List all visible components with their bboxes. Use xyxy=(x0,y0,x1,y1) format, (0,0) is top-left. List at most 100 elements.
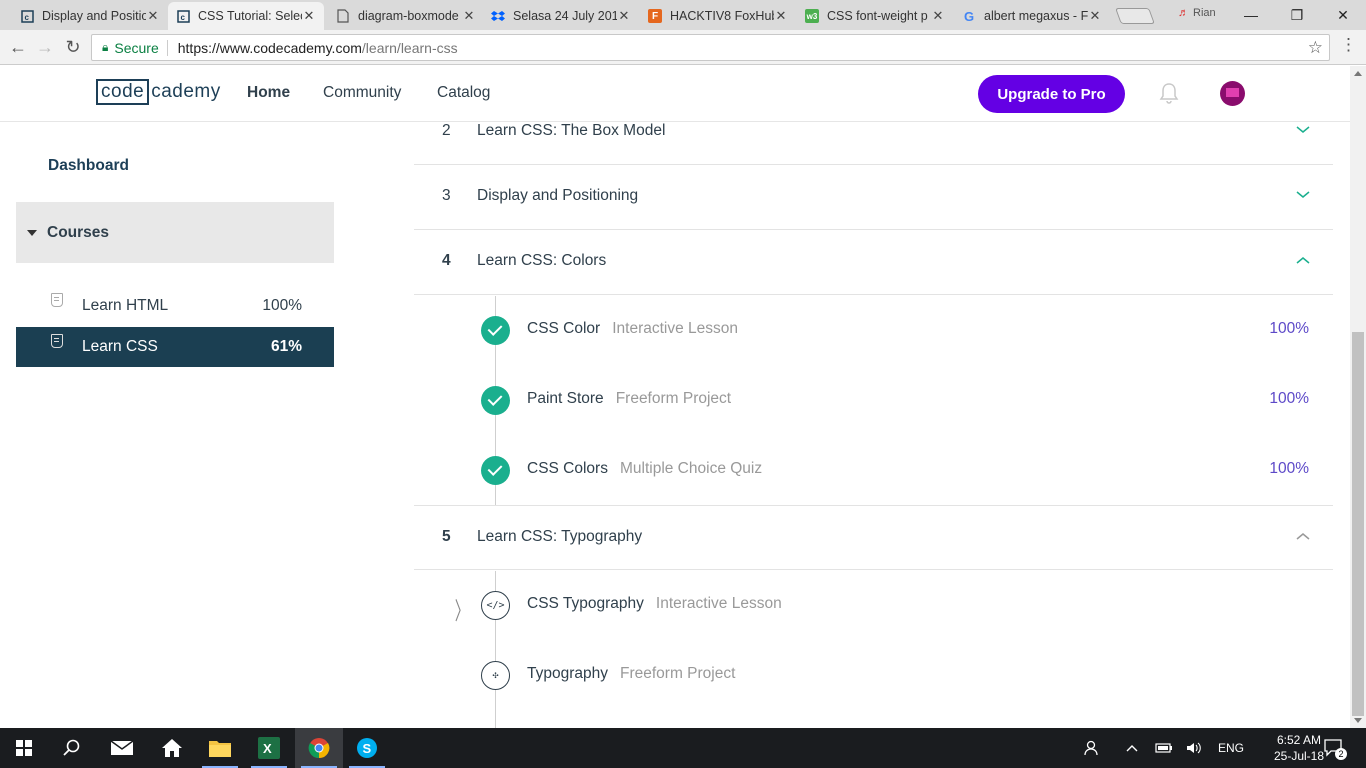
current-lesson-arrow-icon: 〉 xyxy=(454,598,470,625)
webpage: code cademy Home Community Catalog Upgrad… xyxy=(0,66,1350,728)
tab-title: albert megaxus - F xyxy=(984,9,1088,23)
clock-time: 6:52 AM xyxy=(1276,733,1322,747)
tab-title: CSS font-weight p xyxy=(827,9,928,23)
courses-section-toggle[interactable]: Courses xyxy=(16,202,334,263)
tab-title: diagram-boxmode xyxy=(358,9,459,23)
browser-tab[interactable]: c Display and Positio ✕ xyxy=(12,2,168,30)
scroll-up-icon[interactable] xyxy=(1354,71,1362,76)
lesson-type: Interactive Lesson xyxy=(612,320,739,337)
browser-tab[interactable]: F HACKTIV8 FoxHub ✕ xyxy=(640,2,796,30)
svg-text:c: c xyxy=(180,13,185,22)
people-icon[interactable] xyxy=(1084,728,1100,768)
syllabus-unit[interactable]: 3 Display and Positioning xyxy=(414,165,1333,230)
browser-tab[interactable]: w3 CSS font-weight p ✕ xyxy=(797,2,953,30)
css3-icon xyxy=(51,334,63,348)
dropbox-icon xyxy=(491,9,505,23)
chevron-down-icon xyxy=(1296,126,1310,133)
browser-tab[interactable]: Selasa 24 July 2018 ✕ xyxy=(483,2,639,30)
lesson-type: Freeform Project xyxy=(615,390,732,407)
address-bar[interactable]: 🔒︎ Secure https://www.codecademy.com /le… xyxy=(91,34,1330,61)
tab-title: CSS Tutorial: Selec xyxy=(198,9,302,23)
lesson-row[interactable]: Paint Store Freeform Project 100% xyxy=(414,365,1333,435)
secure-label: Secure xyxy=(114,39,159,56)
browser-tab-strip: c Display and Positio ✕ c CSS Tutorial: … xyxy=(0,0,1366,30)
chevron-up-icon xyxy=(1296,533,1310,540)
restore-icon[interactable]: ❐ xyxy=(1274,0,1320,30)
lesson-title: CSS Colors xyxy=(527,460,608,477)
unit-number: 2 xyxy=(442,122,451,139)
chrome-menu-icon[interactable]: ⋮ xyxy=(1340,35,1357,59)
clock-date: 25-Jul-18 xyxy=(1273,749,1325,763)
sidebar-course-learn-html[interactable]: Learn HTML 100% xyxy=(16,286,334,326)
chevron-up-icon xyxy=(1296,257,1310,264)
close-tab-icon[interactable]: ✕ xyxy=(146,8,160,24)
store-home-icon[interactable] xyxy=(148,728,196,768)
syllabus-unit-expanded[interactable]: 4 Learn CSS: Colors xyxy=(414,230,1333,295)
notification-count-badge: 2 xyxy=(1335,748,1347,760)
close-tab-icon[interactable]: ✕ xyxy=(931,8,945,24)
volume-icon[interactable] xyxy=(1186,728,1202,768)
browser-tab[interactable]: diagram-boxmode ✕ xyxy=(328,2,484,30)
forward-arrow-icon[interactable]: → xyxy=(33,35,57,59)
lesson-row[interactable]: ✣ Typography Freeform Project xyxy=(414,640,1333,710)
skype-icon[interactable]: S xyxy=(343,728,391,768)
close-window-icon[interactable]: ✕ xyxy=(1320,0,1366,30)
new-tab-button[interactable] xyxy=(1115,8,1155,24)
syllabus-unit[interactable]: 2 Learn CSS: The Box Model xyxy=(414,100,1333,165)
browser-tab-active[interactable]: c CSS Tutorial: Selec ✕ xyxy=(168,2,324,30)
minimize-icon[interactable]: — xyxy=(1228,0,1274,30)
excel-icon[interactable]: X xyxy=(245,728,293,768)
chrome-icon[interactable] xyxy=(295,728,343,768)
dashboard-link[interactable]: Dashboard xyxy=(48,157,129,175)
input-language-indicator[interactable]: ENG xyxy=(1218,728,1244,768)
scroll-down-icon[interactable] xyxy=(1354,718,1362,723)
close-tab-icon[interactable]: ✕ xyxy=(462,8,476,24)
close-tab-icon[interactable]: ✕ xyxy=(1088,8,1102,24)
course-name: Learn HTML xyxy=(82,297,169,314)
document-icon xyxy=(336,9,350,23)
courses-label: Courses xyxy=(47,223,110,241)
close-tab-icon[interactable]: ✕ xyxy=(774,8,788,24)
lesson-progress: 100% xyxy=(1269,390,1309,407)
lesson-progress: 100% xyxy=(1269,320,1309,337)
course-progress: 100% xyxy=(262,297,302,314)
svg-text:X: X xyxy=(263,741,272,756)
browser-tab[interactable]: G albert megaxus - F ✕ xyxy=(954,2,1110,30)
windows-start-icon[interactable] xyxy=(0,728,48,768)
bookmark-star-icon[interactable]: ☆ xyxy=(1308,38,1323,58)
mail-icon[interactable] xyxy=(98,728,146,768)
lesson-row-current[interactable]: 〉 </> CSS Typography Interactive Lesson xyxy=(414,570,1333,640)
windows-taskbar: X S ENG 6:52 AM 25-Jul-18 2 xyxy=(0,728,1366,768)
codecademy-favicon-icon: c xyxy=(20,9,34,23)
checkmark-icon xyxy=(481,456,510,485)
file-explorer-icon[interactable] xyxy=(196,728,244,768)
lesson-row[interactable]: CSS Colors Multiple Choice Quiz 100% xyxy=(414,435,1333,505)
search-icon[interactable] xyxy=(48,728,96,768)
back-arrow-icon[interactable]: ← xyxy=(6,35,30,59)
lesson-row[interactable]: CSS Color Interactive Lesson 100% xyxy=(414,295,1333,365)
sidebar-course-learn-css[interactable]: Learn CSS 61% xyxy=(16,327,334,367)
action-center-icon[interactable]: 2 xyxy=(1324,728,1347,768)
syllabus-unit-expanded[interactable]: 5 Learn CSS: Typography xyxy=(414,505,1333,570)
close-tab-icon[interactable]: ✕ xyxy=(617,8,631,24)
browser-profile[interactable]: ♬ Rian xyxy=(1178,7,1216,19)
system-clock[interactable]: 6:52 AM 25-Jul-18 xyxy=(1268,732,1330,764)
scrollbar-thumb[interactable] xyxy=(1352,332,1364,716)
tab-title: HACKTIV8 FoxHub xyxy=(670,9,774,23)
lesson-title: Typography xyxy=(527,665,608,682)
codecademy-logo[interactable]: code cademy xyxy=(96,79,221,105)
lock-icon: 🔒︎ xyxy=(102,40,109,54)
unit-number: 4 xyxy=(442,252,451,269)
lesson-type: Freeform Project xyxy=(620,665,736,682)
chevron-up-icon[interactable] xyxy=(1126,728,1138,768)
page-scrollbar[interactable] xyxy=(1350,66,1366,728)
close-tab-icon[interactable]: ✕ xyxy=(302,8,316,24)
lesson-title: Paint Store xyxy=(527,390,604,407)
lesson-title: CSS Typography xyxy=(527,595,644,612)
unit-title: Learn CSS: The Box Model xyxy=(477,122,666,139)
nav-home[interactable]: Home xyxy=(247,84,290,102)
svg-text:S: S xyxy=(363,741,372,756)
reload-icon[interactable]: ↻ xyxy=(61,35,85,59)
nav-community[interactable]: Community xyxy=(323,84,401,102)
battery-icon[interactable] xyxy=(1155,728,1173,768)
